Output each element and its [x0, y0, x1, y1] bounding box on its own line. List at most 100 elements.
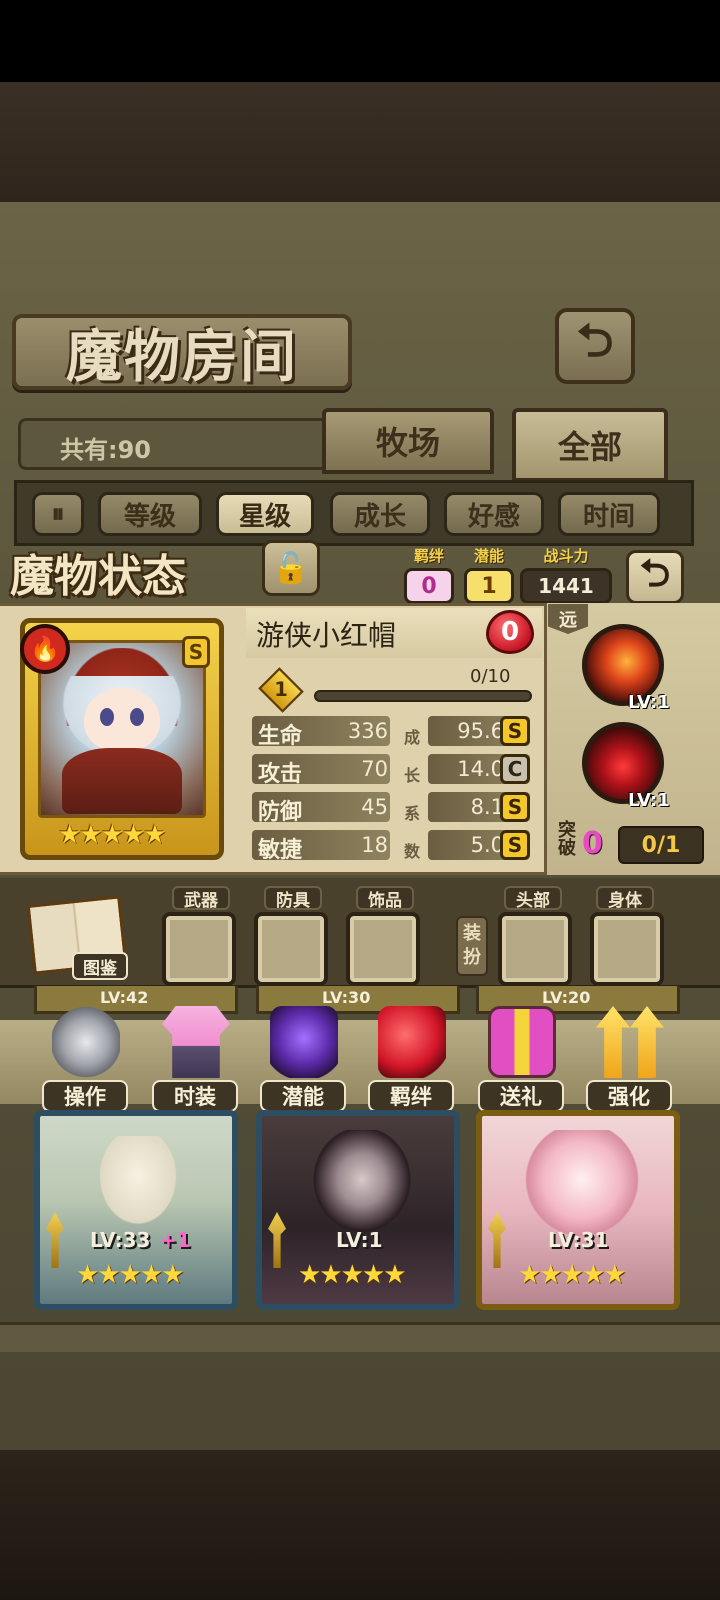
monster-portrait: [522, 1130, 642, 1240]
gear-icon: [52, 1006, 120, 1078]
bond-stat: 羁绊 0: [404, 545, 454, 604]
bond-label: 羁绊: [413, 547, 444, 565]
fire-icon: 🔥: [30, 635, 60, 663]
sort-affection-label: 好感: [467, 501, 520, 532]
list-bottom-edge: [0, 1322, 720, 1352]
potential-label: 潜能: [473, 547, 504, 565]
head-slot[interactable]: [498, 912, 572, 986]
exp-bar: [314, 690, 532, 702]
weapon-slot-label: 武器: [172, 886, 230, 911]
fire-element-icon: 🔥: [20, 624, 70, 674]
weapon-slot[interactable]: [162, 912, 236, 986]
stat-name: 攻击: [258, 762, 303, 787]
body-slot-label: 身体: [596, 886, 654, 911]
sword-icon: [268, 1212, 286, 1268]
background-top: [0, 82, 720, 202]
back-button[interactable]: ⮌: [555, 308, 635, 384]
gift-label: 送礼: [478, 1080, 564, 1112]
gift-icon: [488, 1006, 556, 1078]
upgrade-label: 强化: [586, 1080, 672, 1112]
growth-grade: S: [500, 716, 530, 746]
unlock-icon: 🔓: [272, 550, 310, 586]
sort-order-toggle[interactable]: ⏸: [32, 492, 84, 536]
body-slot[interactable]: [590, 912, 664, 986]
exp-text: 0/10: [470, 666, 511, 687]
page-title: 魔物房间: [66, 324, 298, 390]
monster-portrait: [306, 1130, 418, 1240]
tab-all-label: 全部: [557, 428, 622, 466]
sort-time-label: 时间: [582, 501, 635, 532]
potential-label: 潜能: [260, 1080, 346, 1112]
monster-name: 游侠小红帽: [256, 619, 397, 652]
affection-heart-icon[interactable]: 0: [486, 610, 534, 654]
stat-row-agility: 敏捷 18 5.0 S: [252, 830, 542, 863]
potential-stat: 潜能 1: [464, 545, 514, 604]
accessory-slot-label: 饰品: [356, 886, 414, 911]
upgrade-button[interactable]: 强化: [582, 1006, 678, 1116]
sort-level-label: 等级: [123, 501, 176, 532]
operate-label: 操作: [42, 1080, 128, 1112]
sort-star-button[interactable]: 星级: [216, 492, 314, 536]
potential-button[interactable]: 潜能: [256, 1006, 352, 1116]
power-value: 1441: [520, 568, 612, 604]
back-arrow-icon: ⮌: [576, 313, 614, 367]
potential-icon: [270, 1006, 338, 1078]
monster-count: 共有:90: [60, 436, 151, 464]
growth-value: 14.0: [457, 757, 504, 781]
stat-name: 生命: [258, 724, 303, 749]
tab-farm[interactable]: 牧场: [322, 408, 494, 474]
sort-affection-button[interactable]: 好感: [444, 492, 544, 536]
bond-label: 羁绊: [368, 1080, 454, 1112]
back-arrow-icon: ⮌: [639, 550, 671, 595]
monster-card[interactable]: LV:33 +1 ★★★★★: [34, 1110, 238, 1310]
peek-card-level: LV:20: [542, 988, 591, 1007]
gift-button[interactable]: 送礼: [474, 1006, 570, 1116]
growth-label-char: 成: [404, 728, 421, 747]
page-title-banner: 魔物房间: [12, 314, 352, 390]
encyclopedia-button[interactable]: 图鉴: [72, 952, 128, 980]
hearts-icon: [378, 1006, 446, 1078]
background-bottom: [0, 1450, 720, 1600]
monster-card-stars: ★★★★★: [76, 1260, 185, 1290]
monster-card-bonus: +1: [160, 1228, 191, 1252]
close-status-button[interactable]: ⮌: [626, 550, 684, 604]
monster-card-level: LV:31: [548, 1228, 609, 1252]
outfit-button[interactable]: 时装: [148, 1006, 244, 1116]
card-star-rating: ★★★★★: [58, 820, 167, 850]
stat-name: 防御: [258, 800, 303, 825]
tab-all[interactable]: 全部: [512, 408, 668, 482]
potential-value: 1: [464, 568, 514, 604]
bond-button[interactable]: 羁绊: [364, 1006, 460, 1116]
stat-value: 336: [347, 719, 388, 743]
sort-level-button[interactable]: 等级: [98, 492, 202, 536]
sort-growth-button[interactable]: 成长: [330, 492, 430, 536]
stat-value: 70: [361, 757, 388, 781]
power-label: 战斗力: [543, 547, 589, 565]
growth-grade: S: [500, 830, 530, 860]
skill-2-level: LV:1: [628, 790, 670, 811]
upgrade-arrows-icon: [596, 1006, 664, 1078]
sword-icon: [488, 1212, 506, 1268]
operate-button[interactable]: 操作: [38, 1006, 134, 1116]
monster-card[interactable]: LV:1 ★★★★★: [256, 1110, 460, 1310]
accessory-slot[interactable]: [346, 912, 420, 986]
status-title: 魔物状态: [10, 551, 186, 602]
outfit-label: 时装: [152, 1080, 238, 1112]
lock-button[interactable]: 🔓: [262, 540, 320, 596]
sort-time-button[interactable]: 时间: [558, 492, 660, 536]
tab-farm-label: 牧场: [375, 424, 440, 462]
peek-card-level: LV:42: [100, 988, 149, 1007]
growth-value: 5.0: [470, 833, 504, 857]
sort-growth-label: 成长: [353, 501, 406, 532]
monster-card-level: LV:1: [336, 1228, 383, 1252]
pause-icon: ⏸: [51, 498, 65, 529]
breakthrough-progress[interactable]: 0/1: [618, 826, 704, 864]
portrait-cloak: [62, 748, 182, 814]
monster-card[interactable]: LV:31 ★★★★★: [476, 1110, 680, 1310]
monster-card-stars: ★★★★★: [518, 1260, 627, 1290]
outfit-icon: [162, 1006, 230, 1078]
armor-slot[interactable]: [254, 912, 328, 986]
monster-portrait: [90, 1136, 186, 1236]
sword-icon: [46, 1212, 64, 1268]
portrait-face: [84, 688, 160, 752]
